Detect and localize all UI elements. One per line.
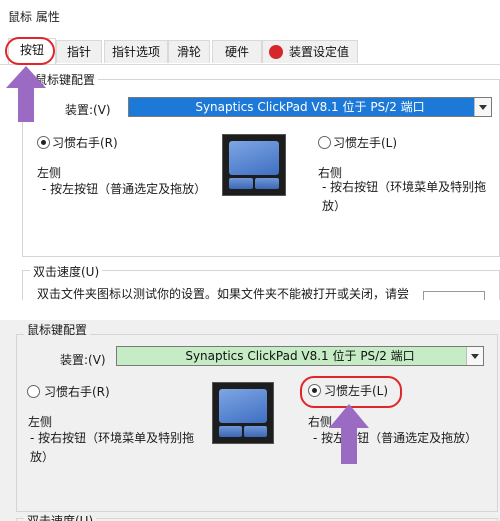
- chevron-down-icon[interactable]: [466, 347, 483, 365]
- left-side-title: 左侧: [28, 415, 53, 429]
- device-select[interactable]: Synaptics ClickPad V8.1 位于 PS/2 端口: [128, 97, 492, 117]
- tab-pointer-options[interactable]: 指针选项: [104, 40, 168, 63]
- device-label: 装置:(V): [65, 103, 111, 117]
- device-select[interactable]: Synaptics ClickPad V8.1 位于 PS/2 端口: [116, 346, 484, 366]
- right-hand-radio[interactable]: [37, 136, 50, 149]
- left-side-description: - 按右按钮（环境菜单及特别拖放）: [30, 431, 195, 464]
- tab-pointers[interactable]: 指针: [56, 40, 102, 63]
- arrow-up-icon: [6, 66, 46, 122]
- left-side-title: 左侧: [37, 166, 62, 180]
- chevron-down-icon[interactable]: [474, 98, 491, 116]
- device-select-value: Synaptics ClickPad V8.1 位于 PS/2 端口: [195, 100, 425, 114]
- speed-legend: 双击速度(U): [24, 512, 97, 521]
- touchpad-image: [222, 134, 286, 196]
- touchpad-image: [212, 382, 274, 444]
- tab-wheel[interactable]: 滑轮: [168, 40, 210, 63]
- speed-legend: 双击速度(U): [30, 263, 103, 280]
- group-legend: 鼠标键配置: [24, 321, 91, 338]
- tab-label: 硬件: [224, 45, 249, 59]
- tab-hardware[interactable]: 硬件: [212, 40, 262, 63]
- left-hand-label: 习惯左手(L): [333, 136, 398, 150]
- tab-label: 滑轮: [176, 45, 201, 59]
- tab-label: 指针: [66, 45, 91, 59]
- speed-description: 双击文件夹图标以测试你的设置。如果文件夹不能被打开或关闭，请尝: [37, 287, 410, 300]
- mouse-properties-zoom: 鼠标键配置 装置:(V) Synaptics ClickPad V8.1 位于 …: [0, 320, 500, 521]
- left-side-description: - 按左按钮（普通选定及拖放）: [42, 182, 207, 196]
- left-hand-radio[interactable]: [318, 136, 331, 149]
- right-hand-radio[interactable]: [27, 385, 40, 398]
- arrow-up-icon: [329, 404, 369, 464]
- device-label: 装置:(V): [60, 353, 106, 367]
- window-title: 鼠标 属性: [8, 10, 60, 24]
- test-folder-box[interactable]: [423, 291, 485, 300]
- tab-bar: 按钮 指针 指针选项 滑轮 硬件 装置设定值: [0, 38, 500, 65]
- right-hand-label: 习惯右手(R): [52, 136, 118, 150]
- tab-device-settings[interactable]: 装置设定值: [262, 40, 358, 63]
- device-select-value: Synaptics ClickPad V8.1 位于 PS/2 端口: [185, 349, 415, 363]
- separator: [0, 300, 500, 320]
- tab-highlight-circle: [5, 37, 55, 65]
- tab-label: 指针选项: [111, 45, 160, 59]
- mouse-properties-dialog: 鼠标 属性 按钮 指针 指针选项 滑轮 硬件 装置设定值 鼠标键配置 装置:(V…: [0, 0, 500, 300]
- synaptics-icon: [269, 45, 283, 59]
- tab-label: 装置设定值: [289, 45, 350, 59]
- right-side-description: - 按右按钮（环境菜单及特别拖放）: [322, 180, 487, 213]
- right-hand-label: 习惯右手(R): [44, 385, 110, 399]
